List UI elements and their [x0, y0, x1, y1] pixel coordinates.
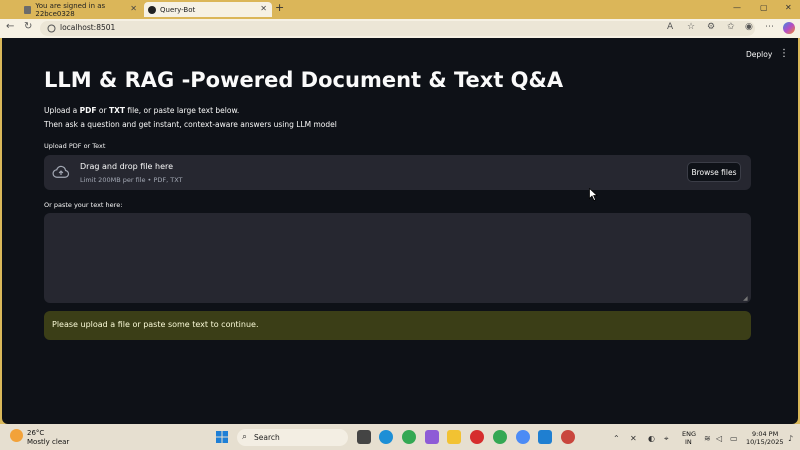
security-icon[interactable]: ◐ [648, 434, 655, 443]
profile-icon[interactable]: ◉ [745, 22, 753, 32]
page-title: LLM & RAG -Powered Document & Text Q&A [44, 68, 564, 92]
deploy-button[interactable]: Deploy [746, 50, 772, 59]
browse-files-button[interactable]: Browse files [687, 162, 741, 182]
tab-signed-in[interactable]: You are signed in as 22bce0328 ✕ [20, 1, 142, 18]
chrome-profile-icon[interactable] [493, 430, 507, 444]
dropzone-title: Drag and drop file here [80, 162, 174, 171]
dropzone-limit: Limit 200MB per file • PDF, TXT [80, 176, 183, 184]
tab-title: You are signed in as 22bce0328 [35, 1, 106, 18]
weather-temp[interactable]: 26°C [27, 429, 44, 437]
favorite-star-icon[interactable]: ☆ [687, 22, 695, 32]
task-view-icon[interactable] [357, 430, 371, 444]
search-label: Search [254, 433, 280, 442]
back-icon[interactable]: ← [6, 21, 14, 32]
taskbar [0, 424, 800, 450]
tab-favicon-icon [24, 5, 32, 14]
refresh-icon[interactable]: ↻ [24, 21, 32, 32]
address-bar[interactable] [40, 21, 755, 36]
copilot-icon[interactable] [783, 22, 795, 34]
chrome-app-icon[interactable] [561, 430, 575, 444]
read-aloud-icon[interactable]: A [667, 22, 673, 32]
url-text[interactable]: localhost:8501 [60, 23, 115, 32]
clock-time[interactable]: 9:04 PM [752, 430, 778, 438]
upload-label: Upload PDF or Text [44, 142, 106, 150]
main-menu-icon[interactable]: ⋮ [779, 48, 789, 59]
tab-query-bot[interactable]: Query-Bot ✕ [144, 2, 272, 17]
description-line-1: Upload a PDF or TXT file, or paste large… [44, 106, 240, 115]
copilot-app-icon[interactable] [425, 430, 439, 444]
weather-moon-icon[interactable] [10, 429, 23, 442]
streamlit-favicon-icon [148, 5, 156, 14]
location-icon[interactable]: ⌖ [664, 434, 669, 444]
cloud-upload-icon [52, 165, 70, 178]
tab-title: Query-Bot [160, 5, 196, 14]
chrome-profile-2-icon[interactable] [516, 430, 530, 444]
chevron-up-icon[interactable]: ⌃ [613, 434, 620, 443]
wifi-icon[interactable]: ≋ [704, 434, 711, 443]
language-indicator[interactable]: ENG [682, 430, 696, 438]
resize-grip-icon[interactable]: ◢ [743, 295, 748, 302]
minimize-button[interactable]: — [733, 3, 741, 12]
description-line-2: Then ask a question and get instant, con… [44, 120, 337, 129]
close-window-button[interactable]: ✕ [785, 3, 792, 12]
battery-icon[interactable]: ▭ [730, 434, 738, 443]
file-dropzone[interactable] [44, 155, 751, 190]
extensions-icon[interactable]: ⚙ [707, 22, 715, 32]
region-indicator[interactable]: IN [685, 438, 692, 446]
opera-icon[interactable] [470, 430, 484, 444]
search-icon: ⌕ [242, 432, 248, 442]
windows-start-icon[interactable] [216, 431, 228, 443]
info-alert-text: Please upload a file or paste some text … [52, 320, 259, 329]
notification-off-icon[interactable]: ✕ [630, 434, 637, 443]
notification-bell-icon[interactable]: ♪ [788, 434, 793, 443]
volume-icon[interactable]: ◁ [716, 434, 722, 443]
site-info-icon[interactable] [47, 24, 56, 33]
maximize-button[interactable]: ▢ [760, 3, 768, 12]
paste-text-area[interactable] [44, 213, 751, 303]
mouse-cursor-icon [589, 188, 598, 201]
favorites-icon[interactable]: ✩ [727, 22, 735, 32]
vscode-icon[interactable] [538, 430, 552, 444]
more-menu-icon[interactable]: ⋯ [765, 22, 774, 32]
chrome-icon[interactable] [402, 430, 416, 444]
new-tab-button[interactable]: + [275, 1, 284, 14]
paste-label: Or paste your text here: [44, 201, 123, 209]
close-icon[interactable]: ✕ [260, 4, 267, 13]
clock-date[interactable]: 10/15/2025 [746, 438, 783, 446]
close-icon[interactable]: ✕ [130, 4, 137, 13]
edge-icon[interactable] [379, 430, 393, 444]
weather-desc[interactable]: Mostly clear [27, 438, 69, 446]
file-explorer-icon[interactable] [447, 430, 461, 444]
